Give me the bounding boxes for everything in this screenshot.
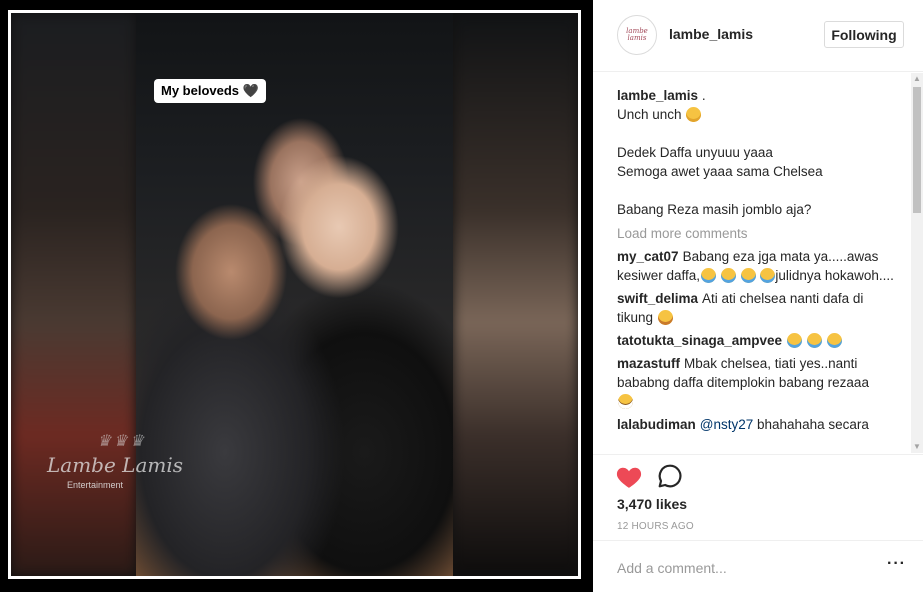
watermark-logo: ♛♛♛ Lambe Lamis Entertainment <box>47 433 183 490</box>
caption-line: Unch unch <box>617 105 901 124</box>
comment-text: julidnya hokawoh.... <box>775 268 894 283</box>
caption-line <box>617 181 901 200</box>
watermark-crown-icon: ♛♛♛ <box>97 431 147 450</box>
comment-mention-link[interactable]: @nsty27 <box>700 417 753 432</box>
likes-count[interactable]: 3,470 likes <box>617 496 687 512</box>
caption-first-line: . <box>701 88 706 103</box>
caption-line <box>617 124 901 143</box>
watermark-subtitle: Entertainment <box>67 480 124 490</box>
caption-author-link[interactable]: lambe_lamis <box>617 88 698 103</box>
post-side-panel: lambe lamis lambe_lamis Following lambe_… <box>593 0 923 592</box>
tears-of-joy-emoji-icon <box>701 268 717 283</box>
comments-scrollbar[interactable]: ▲ ▼ <box>911 73 923 453</box>
caption-line: Semoga awet yaaa sama Chelsea <box>617 164 823 179</box>
tears-of-joy-emoji-icon <box>720 268 736 283</box>
tears-of-joy-emoji-icon <box>740 268 756 283</box>
comment-username-link[interactable]: my_cat07 <box>617 249 679 264</box>
blur-background-right <box>453 13 578 576</box>
post-image-frame: My beloveds 🖤 ♛♛♛ Lambe Lamis Entertainm… <box>8 10 581 579</box>
caption-line: Babang Reza masih jomblo aja? <box>617 202 812 217</box>
tears-of-joy-emoji-icon <box>806 333 822 348</box>
header-username-link[interactable]: lambe_lamis <box>669 26 753 42</box>
comment-item: my_cat07 Babang eza jga mata ya.....awas … <box>617 247 901 285</box>
comment-bubble-icon[interactable] <box>657 463 683 489</box>
add-comment-input[interactable] <box>617 557 857 579</box>
scroll-down-arrow-icon[interactable]: ▼ <box>911 441 923 453</box>
following-button[interactable]: Following <box>824 21 904 48</box>
post-actions: 3,470 likes 12 HOURS AGO <box>593 454 923 540</box>
grinning-face-emoji-icon <box>618 394 633 409</box>
avatar-logo-text: lambe lamis <box>626 27 648 42</box>
heart-icon[interactable] <box>615 463 643 491</box>
story-sticker: My beloveds 🖤 <box>154 79 266 103</box>
post-media[interactable]: My beloveds 🖤 ♛♛♛ Lambe Lamis Entertainm… <box>0 0 593 592</box>
watermark-title: Lambe Lamis <box>47 453 183 477</box>
caption-line: Dedek Daffa unyuuu yaaa <box>617 145 773 160</box>
avatar[interactable]: lambe lamis <box>617 15 657 55</box>
add-comment-bar: ··· <box>593 540 923 592</box>
post-timestamp[interactable]: 12 HOURS AGO <box>617 521 694 532</box>
comments-list[interactable]: lambe_lamis . Unch unch Dedek Daffa unyu… <box>617 86 901 452</box>
comment-text: bhahahaha secara <box>757 417 869 432</box>
comment-item: tatotukta_sinaga_ampvee <box>617 331 901 350</box>
comment-item: swift_delima Ati ati chelsea nanti dafa d… <box>617 289 901 327</box>
comment-username-link[interactable]: swift_delima <box>617 291 698 306</box>
tears-of-joy-emoji-icon <box>826 333 842 348</box>
comment-item: mazastuff Mbak chelsea, tiati yes..nanti … <box>617 354 901 411</box>
tears-of-joy-emoji-icon <box>760 268 776 283</box>
more-options-icon[interactable]: ··· <box>887 556 905 573</box>
blur-background-left <box>11 13 136 576</box>
smirk-emoji-icon <box>686 107 702 122</box>
tears-of-joy-emoji-icon <box>787 333 803 348</box>
comment-username-link[interactable]: mazastuff <box>617 356 680 371</box>
comment-item: lalabudiman @nsty27 bhahahaha secara <box>617 415 901 434</box>
comment-username-link[interactable]: lalabudiman <box>617 417 696 432</box>
load-more-comments-link[interactable]: Load more comments <box>617 224 901 243</box>
post-header: lambe lamis lambe_lamis Following <box>593 0 923 72</box>
caption: lambe_lamis . Unch unch Dedek Daffa unyu… <box>617 86 901 219</box>
scrollbar-thumb[interactable] <box>913 87 921 213</box>
scroll-up-arrow-icon[interactable]: ▲ <box>911 73 923 85</box>
comment-username-link[interactable]: tatotukta_sinaga_ampvee <box>617 333 782 348</box>
persevering-face-emoji-icon <box>657 310 673 325</box>
